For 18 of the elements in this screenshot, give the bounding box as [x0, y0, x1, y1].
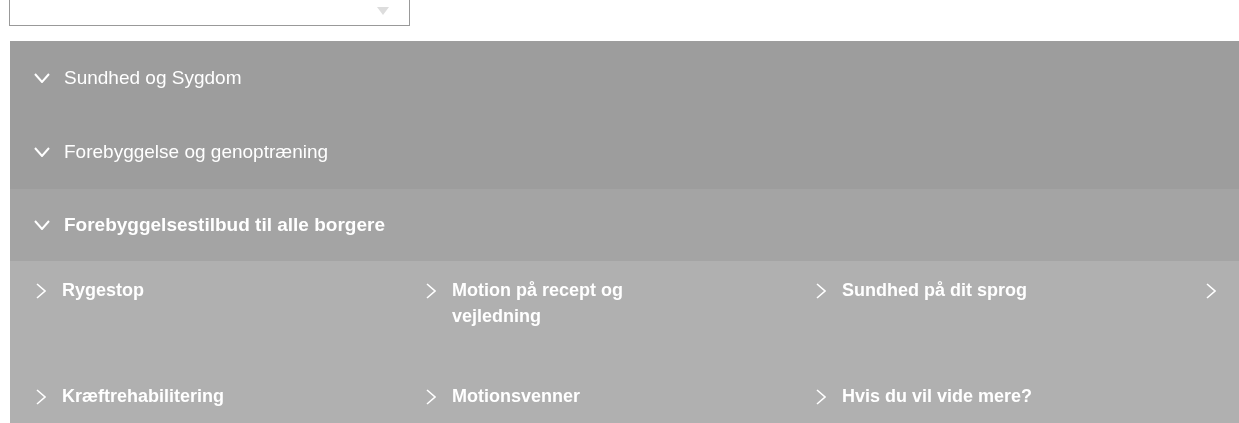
chevron-right-icon [36, 283, 46, 299]
chevron-right-icon [426, 283, 436, 299]
chevron-right-icon [1206, 283, 1216, 299]
caret-icon [377, 7, 389, 15]
link[interactable]: Hvis du vil vide mere? [842, 383, 1102, 409]
chevron-right-icon [36, 389, 46, 405]
link[interactable]: Kræftrehabilitering [62, 383, 322, 409]
section-link[interactable]: Forebyggelsestilbud til alle borgere [64, 210, 385, 240]
section-link[interactable]: Forebyggelse og genoptræning [64, 137, 329, 167]
link[interactable]: Rygestop [62, 277, 322, 303]
chevron-right-icon [426, 389, 436, 405]
link[interactable]: Sundhed på dit sprog [842, 277, 1102, 303]
chevron-right-icon [816, 389, 826, 405]
chevron-right-icon [816, 283, 826, 299]
link[interactable]: Motion på recept og vejledning [452, 277, 712, 329]
select-field[interactable] [9, 0, 410, 26]
section-link[interactable]: Sundhed og Sygdom [64, 63, 242, 93]
link[interactable]: Motionsvenner [452, 383, 712, 409]
